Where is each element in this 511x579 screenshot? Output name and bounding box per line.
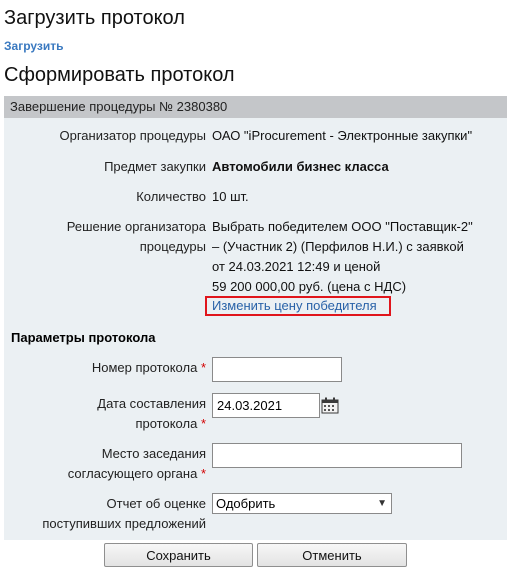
required-mark: * — [200, 466, 206, 481]
meeting-place-input[interactable] — [212, 443, 462, 468]
evaluation-report-selected: Одобрить — [216, 496, 276, 511]
page: Загрузить протокол Загрузить Сформироват… — [0, 0, 511, 579]
protocol-date-label-line1: Дата составления — [97, 396, 206, 411]
subject-label: Предмет закупки — [104, 159, 206, 174]
subject-value: Автомобили бизнес класса — [212, 159, 389, 174]
upload-link[interactable]: Загрузить — [4, 39, 63, 53]
evaluation-report-label-line2: поступивших предложений — [42, 516, 206, 531]
protocol-number-input[interactable] — [212, 357, 342, 382]
cancel-button[interactable]: Отменить — [257, 543, 407, 567]
procedure-header: Завершение процедуры № 2380380 — [4, 96, 507, 118]
required-mark: * — [200, 360, 206, 375]
decision-label-line2: процедуры — [139, 239, 206, 254]
calendar-icon[interactable] — [321, 397, 339, 414]
quantity-label: Количество — [136, 189, 206, 204]
evaluation-report-select[interactable]: Одобрить ▼ — [212, 493, 392, 514]
form-protocol-title: Сформировать протокол — [4, 64, 235, 86]
protocol-date-label-line2: протокола * — [4, 414, 206, 434]
decision-text-line: Выбрать победителем ООО "Поставщик-2" — [212, 219, 473, 234]
protocol-number-label-text: Номер протокола — [91, 360, 198, 375]
upload-protocol-title: Загрузить протокол — [4, 7, 185, 29]
change-winner-price-link[interactable]: Изменить цену победителя — [212, 297, 377, 315]
meeting-place-label-text: согласующего органа — [67, 466, 198, 481]
meeting-place-label-line2: согласующего органа * — [4, 464, 206, 484]
quantity-value: 10 шт. — [212, 189, 249, 204]
protocol-number-label: Номер протокола * — [4, 358, 206, 378]
protocol-date-label-text: протокола — [135, 416, 198, 431]
protocol-date-input[interactable] — [212, 393, 320, 418]
organizer-label: Организатор процедуры — [59, 128, 206, 143]
save-button[interactable]: Сохранить — [104, 543, 253, 567]
meeting-place-label-line1: Место заседания — [101, 446, 206, 461]
chevron-down-icon: ▼ — [377, 498, 387, 509]
protocol-params-title: Параметры протокола — [11, 330, 156, 345]
evaluation-report-label-line1: Отчет об оценке — [106, 496, 207, 511]
required-mark: * — [200, 416, 206, 431]
organizer-value: ОАО "iProcurement - Электронные закупки" — [212, 128, 473, 143]
decision-label-line1: Решение организатора — [66, 219, 206, 234]
decision-text-line: – (Участник 2) (Перфилов Н.И.) с заявкой — [212, 239, 464, 254]
decision-text-line: 59 200 000,00 руб. (цена с НДС) — [212, 279, 407, 294]
decision-text-line: от 24.03.2021 12:49 и ценой — [212, 259, 381, 274]
